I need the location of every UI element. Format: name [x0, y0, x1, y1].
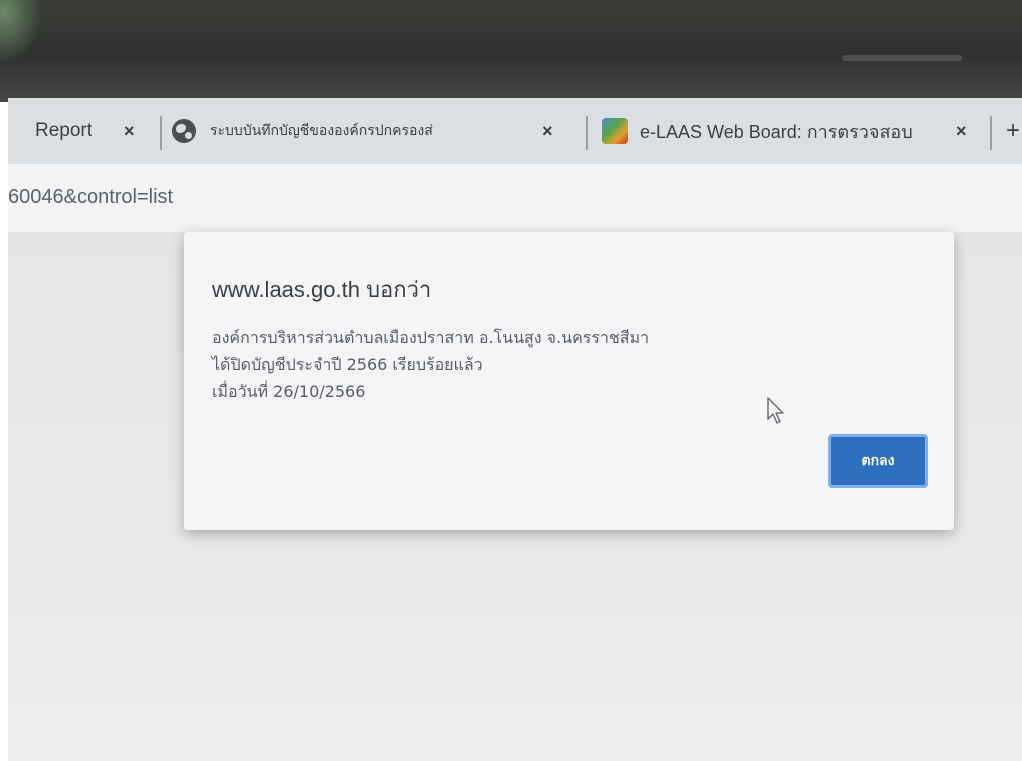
url-text: 60046&control=list — [8, 186, 174, 208]
tab-close-button[interactable]: × — [124, 121, 135, 142]
tab-close-button[interactable]: × — [956, 121, 967, 142]
dialog-message-line: เมื่อวันที่ 26/10/2566 — [212, 382, 366, 401]
dialog-message-line: องค์การบริหารส่วนตำบลเมืองปราสาท อ.โนนสู… — [212, 328, 650, 347]
alert-dialog: www.laas.go.th บอกว่า องค์การบริหารส่วนต… — [184, 232, 954, 530]
tab-report[interactable]: Report × — [8, 98, 148, 164]
browser-window: Report × ระบบบันทึกบัญชีขององค์กรปกครองส… — [8, 98, 1022, 761]
bezel-glare — [842, 55, 962, 61]
background-plant — [0, 0, 40, 60]
mouse-cursor-icon — [767, 397, 784, 424]
dialog-origin: www.laas.go.th บอกว่า — [212, 277, 432, 302]
globe-icon — [172, 119, 196, 143]
new-tab-button[interactable]: + — [1006, 98, 1022, 164]
address-bar[interactable]: 60046&control=list — [8, 164, 1022, 232]
tab-e-laas-web-board[interactable]: e-LAAS Web Board: การตรวจสอบ × — [602, 98, 982, 164]
e-laas-favicon-icon — [602, 118, 628, 144]
tab-bar: Report × ระบบบันทึกบัญชีขององค์กรปกครองส… — [8, 98, 1022, 164]
tab-separator — [990, 116, 992, 150]
tab-title: Report — [34, 120, 92, 141]
ok-button[interactable]: ตกลง — [828, 434, 928, 488]
tab-separator — [586, 116, 588, 150]
plus-icon: + — [1006, 117, 1021, 144]
dialog-message: องค์การบริหารส่วนตำบลเมืองปราสาท อ.โนนสู… — [212, 324, 649, 405]
tab-title: e-LAAS Web Board: การตรวจสอบ — [640, 121, 913, 142]
tab-separator — [160, 116, 162, 150]
photo-frame: Report × ระบบบันทึกบัญชีขององค์กรปกครองส… — [0, 0, 1022, 761]
monitor-bezel — [0, 0, 1022, 102]
dialog-message-line: ได้ปิดบัญชีประจำปี 2566 เรียบร้อยแล้ว — [212, 355, 483, 374]
tab-close-button[interactable]: × — [542, 121, 553, 142]
tab-accounting-system[interactable]: ระบบบันทึกบัญชีขององค์กรปกครองส่ × — [172, 98, 577, 164]
tab-title: ระบบบันทึกบัญชีขององค์กรปกครองส่ — [210, 122, 433, 138]
